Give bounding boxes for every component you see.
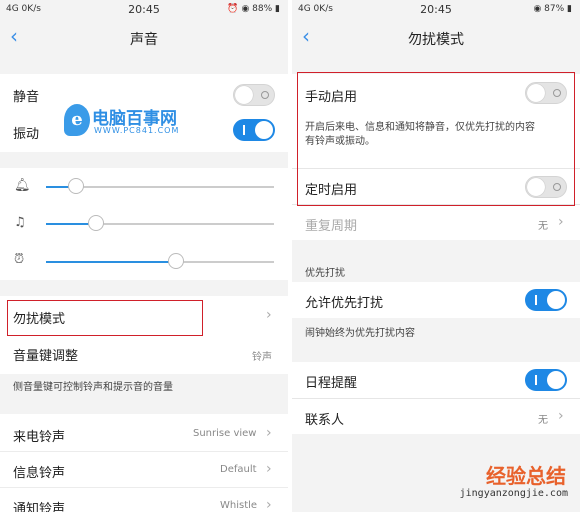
mute-toggle[interactable] — [233, 84, 275, 106]
alarm-clock-icon: ⏰︎ — [14, 252, 25, 267]
screenshot: 4G 0K/s 20:45 ⏰ ◉ 88% ▮ ‹ 声音 静音 振动 e 电脑百… — [0, 0, 580, 512]
status-bar: 4G 0K/s 20:45 ◉ 87% ▮ — [292, 0, 580, 20]
volume-key-item[interactable]: 音量键调整 铃声 — [0, 334, 288, 374]
alarm-slider-thumb[interactable] — [167, 253, 184, 269]
vibrate-label: 振动 — [13, 127, 40, 142]
volume-key-label: 音量键调整 — [13, 349, 79, 364]
notification-ringtone-label: 通知铃声 — [13, 502, 66, 512]
priority-section-header: 优先打扰 — [305, 268, 345, 279]
chevron-right-icon: › — [266, 307, 272, 323]
message-ringtone-value: Default — [220, 464, 257, 475]
allow-priority-item: 允许优先打扰 — [292, 282, 580, 318]
repeat-cycle-label: 重复周期 — [305, 219, 358, 234]
watermark: 经验总结 jingyanzongjie.com — [459, 464, 568, 499]
chevron-right-icon: › — [558, 214, 564, 230]
chevron-right-icon: › — [266, 497, 272, 512]
sound-settings-screen: 4G 0K/s 20:45 ⏰ ◉ 88% ▮ ‹ 声音 静音 振动 e 电脑百… — [0, 0, 288, 512]
status-bar: 4G 0K/s 20:45 ⏰ ◉ 88% ▮ — [0, 0, 288, 20]
schedule-reminder-toggle[interactable] — [525, 369, 567, 391]
alarm-priority-desc: 闹钟始终为优先打扰内容 — [305, 328, 415, 339]
contacts-value: 无 — [538, 415, 548, 426]
notification-ringtone-item[interactable]: 通知铃声 Whistle › — [0, 488, 288, 512]
battery-status: ◉ 87% ▮ — [533, 4, 572, 14]
call-ringtone-label: 来电铃声 — [13, 430, 66, 445]
page-title: 声音 — [130, 32, 158, 48]
music-note-icon: ♫ — [14, 215, 26, 230]
contacts-item[interactable]: 联系人 无 › — [292, 398, 580, 434]
highlight-box — [297, 72, 575, 206]
chevron-right-icon: › — [266, 425, 272, 441]
vibrate-toggle[interactable] — [233, 119, 275, 141]
ringtone-group: 来电铃声 Sunrise view › 信息铃声 Default › 通知铃声 … — [0, 414, 288, 512]
battery-status: ⏰ ◉ 88% ▮ — [227, 4, 280, 14]
message-ringtone-item[interactable]: 信息铃声 Default › — [0, 452, 288, 488]
call-ringtone-value: Sunrise view — [193, 428, 257, 439]
notification-ringtone-value: Whistle — [220, 500, 258, 511]
call-ringtone-item[interactable]: 来电铃声 Sunrise view › — [0, 414, 288, 452]
message-ringtone-label: 信息铃声 — [13, 466, 66, 481]
ringer-slider-thumb[interactable] — [67, 178, 84, 194]
bell-icon: 🔔︎ — [14, 178, 31, 193]
schedule-reminder-label: 日程提醒 — [305, 376, 358, 391]
volume-key-value: 铃声 — [252, 352, 272, 363]
chevron-right-icon: › — [266, 461, 272, 477]
repeat-cycle-value: 无 — [538, 221, 548, 232]
priority-items-group: 日程提醒 联系人 无 › — [292, 362, 580, 434]
repeat-cycle-item[interactable]: 重复周期 无 › — [292, 204, 580, 240]
media-slider-thumb[interactable] — [88, 215, 105, 231]
contacts-label: 联系人 — [305, 413, 345, 428]
do-not-disturb-screen: 4G 0K/s 20:45 ◉ 87% ▮ ‹ 勿扰模式 手动启用 开启后来电、… — [292, 0, 580, 512]
page-title: 勿扰模式 — [408, 32, 464, 48]
highlight-box — [7, 300, 203, 336]
volume-key-description: 侧音量键可控制铃声和提示音的音量 — [13, 382, 173, 393]
mute-label: 静音 — [13, 90, 40, 105]
volume-sliders: 🔔︎ ♫ ⏰︎ — [0, 168, 288, 280]
allow-priority-toggle[interactable] — [525, 289, 567, 311]
allow-priority-label: 允许优先打扰 — [305, 296, 384, 311]
alarm-slider-fill — [46, 261, 176, 263]
chevron-right-icon: › — [558, 408, 564, 424]
nav-bar: ‹ 声音 — [0, 20, 288, 56]
nav-bar: ‹ 勿扰模式 — [292, 20, 580, 56]
